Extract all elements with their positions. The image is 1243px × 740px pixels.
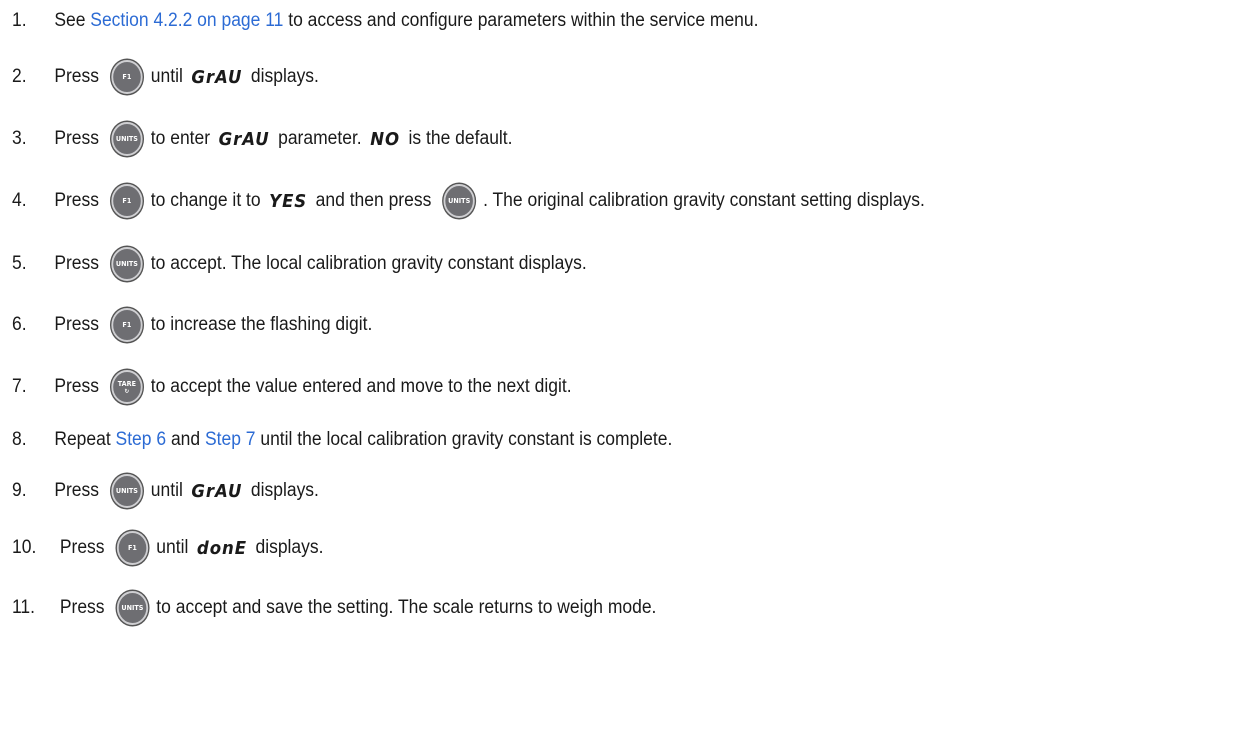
step-text: Press xyxy=(54,376,104,397)
step-7: 7. Press TARE ↻ to accept the value entered… xyxy=(12,366,572,408)
step-text: Press xyxy=(59,597,110,618)
step-text: displays. xyxy=(250,537,324,558)
key-label: F1 xyxy=(122,321,132,329)
key-label: UNITS xyxy=(115,135,138,143)
step-number: 2. xyxy=(12,66,27,87)
step-text: Press xyxy=(54,128,104,149)
tare-arrow-icon: ↻ xyxy=(124,387,130,395)
step-text: is the default. xyxy=(403,128,513,149)
units-key-icon: UNITS xyxy=(116,591,149,625)
step-number: 8. xyxy=(12,429,27,450)
step-text: and then press xyxy=(310,190,437,211)
display-readout: NO xyxy=(370,128,400,150)
units-key-icon: UNITS xyxy=(443,184,475,218)
units-key-icon: UNITS xyxy=(111,122,143,156)
f1-key-icon: F1 xyxy=(116,531,149,565)
step-number: 1. xyxy=(12,10,27,31)
step-number: 10. xyxy=(12,537,37,558)
step-4: 4. Press F1 to change it to YES and then p… xyxy=(12,180,925,222)
key-label: F1 xyxy=(122,197,132,205)
step-8: 8. Repeat Step 6 and Step 7 until the loc… xyxy=(12,419,672,461)
key-label: UNITS xyxy=(448,197,471,205)
step-number: 4. xyxy=(12,190,27,211)
tare-key-icon: TARE ↻ xyxy=(111,370,143,404)
cross-reference-link[interactable]: Step 6 xyxy=(116,429,167,451)
step-text: Press xyxy=(54,66,104,87)
step-1: 1. See Section 4.2.2 on page 11 to access… xyxy=(12,0,758,42)
step-2: 2. Press F1 until GrAU displays. xyxy=(12,56,319,98)
step-text: until xyxy=(156,537,194,558)
key-label: F1 xyxy=(122,73,132,81)
step-9: 9. Press UNITS until GrAU displays. xyxy=(12,470,319,512)
units-key-icon: UNITS xyxy=(111,474,143,508)
step-text: to accept and save the setting. The scal… xyxy=(156,597,657,618)
step-text: displays. xyxy=(246,66,319,87)
key-label: UNITS xyxy=(115,487,138,495)
step-text: to accept. The local calibration gravity… xyxy=(150,253,587,274)
step-number: 9. xyxy=(12,480,27,501)
step-number: 6. xyxy=(12,314,27,335)
key-label: TARE xyxy=(117,379,136,388)
step-text: Press xyxy=(54,314,104,335)
display-readout: GrAU xyxy=(191,480,243,502)
step-text: to increase the flashing digit. xyxy=(150,314,373,335)
f1-key-icon: F1 xyxy=(111,308,143,342)
key-label: UNITS xyxy=(121,604,144,612)
step-text: to enter xyxy=(150,128,215,149)
display-readout: GrAU xyxy=(218,128,270,150)
step-text: to change it to xyxy=(150,190,266,211)
cross-reference-link[interactable]: Section 4.2.2 on page 11 xyxy=(90,10,283,32)
step-text: Press xyxy=(54,480,104,501)
step-5: 5. Press UNITS to accept. The local calibr… xyxy=(12,243,587,285)
step-text: until xyxy=(150,480,188,501)
step-text: See xyxy=(54,10,91,31)
step-text: displays. xyxy=(246,480,319,501)
step-text: parameter. xyxy=(273,128,367,149)
f1-key-icon: F1 xyxy=(111,184,143,218)
step-text: Press xyxy=(54,253,104,274)
units-key-icon: UNITS xyxy=(111,247,143,281)
step-text: and xyxy=(166,429,205,450)
step-text: to access and configure parameters withi… xyxy=(283,10,759,31)
step-text: Press xyxy=(59,537,110,558)
step-text: to accept the value entered and move to … xyxy=(150,376,572,397)
step-number: 5. xyxy=(12,253,27,274)
display-readout: GrAU xyxy=(191,66,243,88)
cross-reference-link[interactable]: Step 7 xyxy=(205,429,256,451)
step-number: 3. xyxy=(12,128,27,149)
step-text: . The original calibration gravity const… xyxy=(483,190,925,211)
f1-key-icon: F1 xyxy=(111,60,143,94)
display-readout: YES xyxy=(269,190,308,212)
step-text: Press xyxy=(54,190,104,211)
step-text: until the local calibration gravity cons… xyxy=(255,429,673,450)
step-number: 11. xyxy=(12,597,36,618)
step-11: 11. Press UNITS to accept and save the set… xyxy=(12,587,656,629)
step-10: 10. Press F1 until donE displays. xyxy=(12,527,323,569)
step-3: 3. Press UNITS to enter GrAU parameter. NO… xyxy=(12,118,513,160)
step-6: 6. Press F1 to increase the flashing digit… xyxy=(12,304,372,346)
display-readout: donE xyxy=(196,537,247,559)
step-number: 7. xyxy=(12,376,27,397)
key-label: UNITS xyxy=(115,260,138,268)
key-label: F1 xyxy=(127,544,137,552)
step-text: Repeat xyxy=(54,429,116,450)
step-text: until xyxy=(150,66,188,87)
